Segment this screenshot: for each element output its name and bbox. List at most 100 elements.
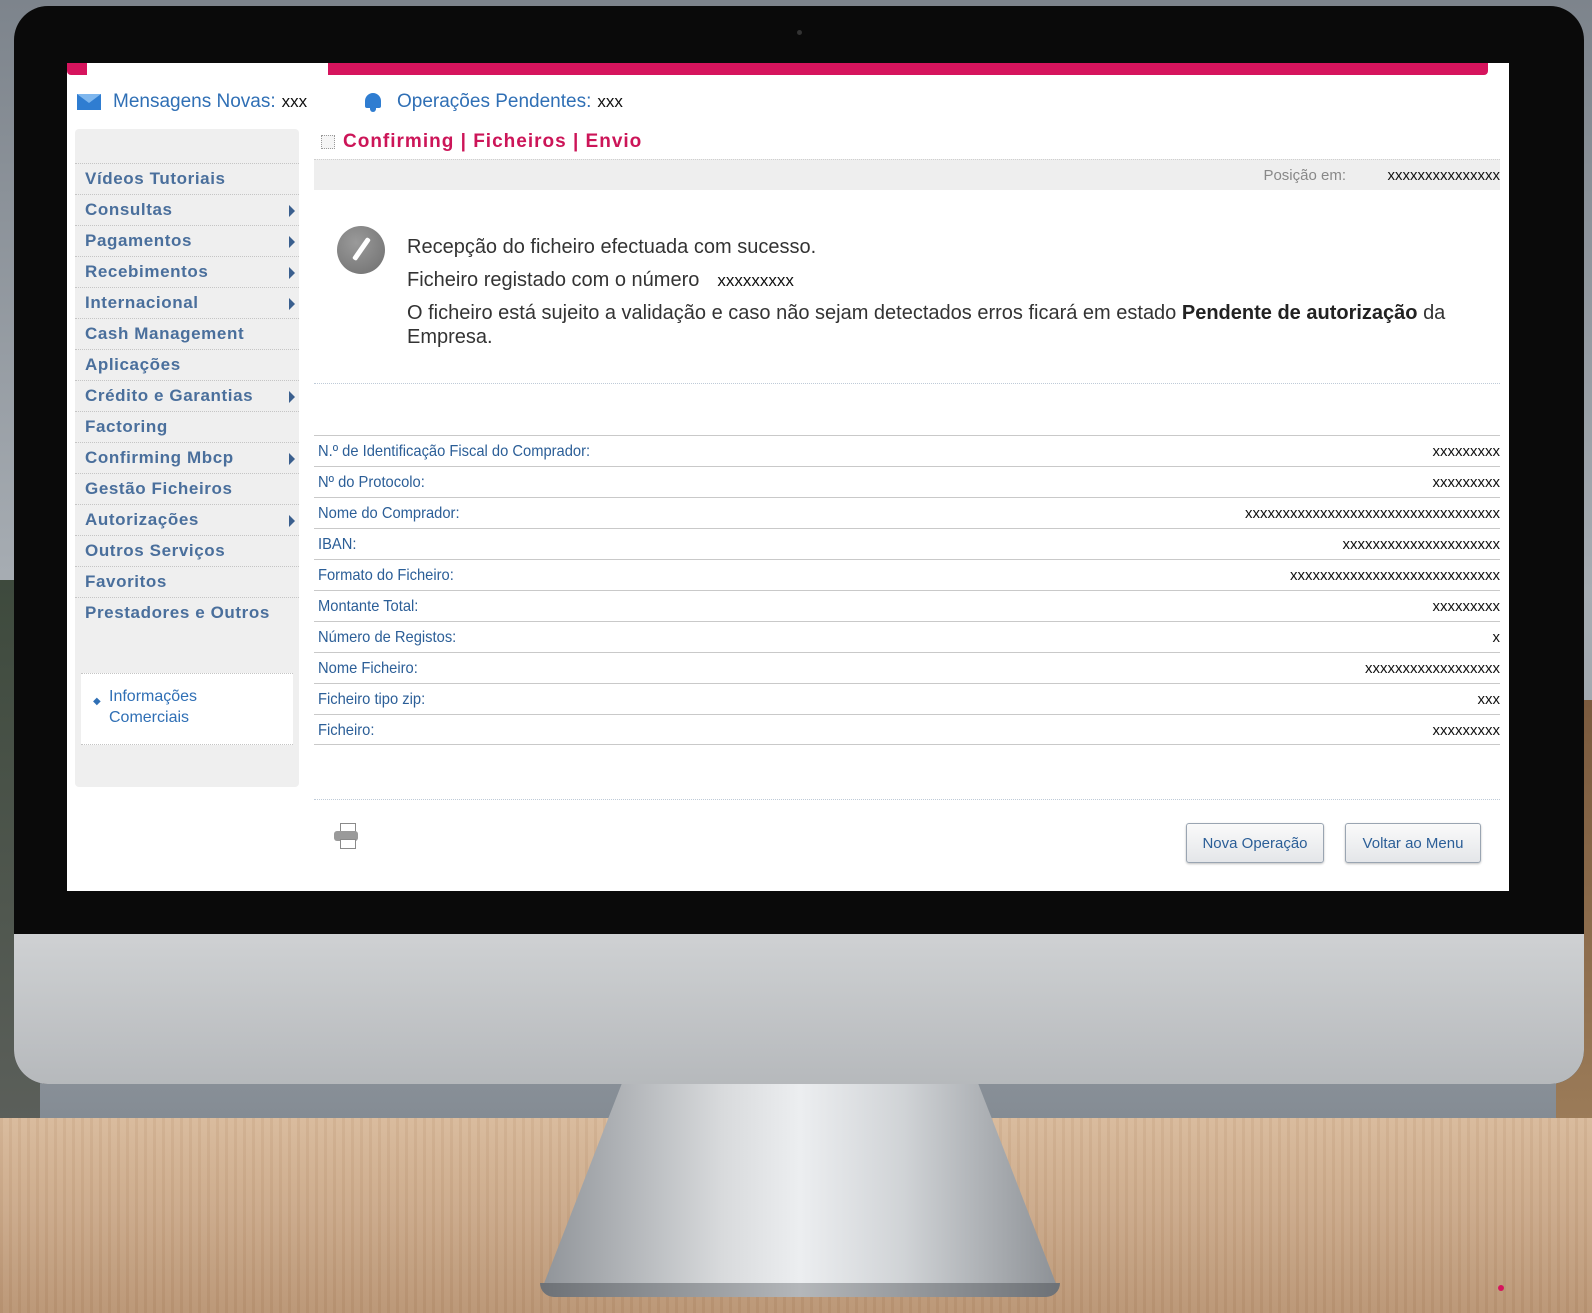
field-value: xxxxxxxxx — [1432, 722, 1501, 739]
messages-count: xxx — [281, 92, 308, 111]
sidebar-item[interactable]: Consultas — [75, 194, 299, 225]
position-bar: Posição em: xxxxxxxxxxxxxxx — [314, 159, 1500, 190]
bell-icon — [363, 92, 383, 112]
title-icon — [321, 135, 335, 149]
sidebar: Vídeos Tutoriais Consultas Pagamentos Receb… — [75, 129, 299, 787]
field-value: xxxxxxxxxxxxxxxxxx — [1365, 660, 1500, 677]
header-bar: Mensagens Novas: xxx Operações Pendentes… — [67, 75, 1509, 121]
info-box: ◆ Informações Comerciais — [81, 673, 293, 745]
chevron-right-icon — [289, 453, 295, 465]
printer-icon[interactable] — [334, 823, 360, 849]
details-table: N.º de Identificação Fiscal do Comprador… — [314, 435, 1500, 745]
field-label: IBAN: — [318, 536, 357, 553]
sidebar-item[interactable]: Gestão Ficheiros — [75, 473, 299, 504]
sidebar-item-label: Aplicações — [85, 355, 181, 374]
monitor-stand-foot — [540, 1283, 1060, 1297]
message-line-1: Recepção do ficheiro efectuada com suces… — [407, 236, 817, 258]
table-row: Montante Total: xxxxxxxxx — [314, 590, 1500, 621]
page-title: Confirming | Ficheiros | Envio — [321, 131, 642, 153]
bullet-icon: ◆ — [93, 696, 101, 707]
table-row: Nome Ficheiro: xxxxxxxxxxxxxxxxxx — [314, 652, 1500, 683]
pending-count: xxx — [597, 92, 623, 111]
monitor-chin — [14, 934, 1584, 1084]
field-value: xxxxxxxxxxxxxxxxxxxxxxxxxxxxxxxxxx — [1245, 505, 1500, 522]
sidebar-item-label: Recebimentos — [85, 262, 209, 281]
screen: Mensagens Novas: xxx Operações Pendentes… — [67, 63, 1509, 891]
field-value: xxxxxxxxx — [1432, 598, 1501, 615]
info-link-line2: Comerciais — [109, 709, 190, 726]
sidebar-item-label: Autorizações — [85, 510, 199, 529]
pending-link[interactable]: Operações Pendentes: xxx — [363, 91, 623, 113]
sidebar-item-label: Consultas — [85, 200, 173, 219]
table-row: Nome do Comprador: xxxxxxxxxxxxxxxxxxxxxx… — [314, 497, 1500, 528]
field-label: Número de Registos: — [318, 629, 457, 646]
top-accent-left — [67, 63, 87, 75]
sidebar-item[interactable]: Crédito e Garantias — [75, 380, 299, 411]
sidebar-item-label: Confirming Mbcp — [85, 448, 234, 467]
chevron-right-icon — [289, 391, 295, 403]
divider — [314, 383, 1500, 384]
back-to-menu-button[interactable]: Voltar ao Menu — [1345, 823, 1481, 863]
sidebar-item[interactable]: Prestadores e Outros — [75, 597, 299, 628]
pending-label: Operações Pendentes: — [397, 91, 592, 112]
sidebar-item[interactable]: Outros Serviços — [75, 535, 299, 566]
sidebar-item[interactable]: Autorizações — [75, 504, 299, 535]
info-link[interactable]: Informações Comerciais — [109, 686, 197, 728]
sidebar-item[interactable]: Pagamentos — [75, 225, 299, 256]
sidebar-item[interactable]: Aplicações — [75, 349, 299, 380]
field-label: Nº do Protocolo: — [318, 474, 425, 491]
sidebar-item[interactable]: Recebimentos — [75, 256, 299, 287]
monitor: Mensagens Novas: xxx Operações Pendentes… — [14, 6, 1584, 1084]
table-row: Número de Registos: x — [314, 621, 1500, 652]
field-label: Montante Total: — [318, 598, 419, 615]
sidebar-item[interactable]: Confirming Mbcp — [75, 442, 299, 473]
chevron-right-icon — [289, 236, 295, 248]
page-title-text: Confirming | Ficheiros | Envio — [343, 131, 643, 152]
position-label: Posição em: — [1263, 167, 1346, 184]
chevron-right-icon — [289, 298, 295, 310]
camera-dot — [797, 30, 802, 35]
field-value: xxxxxxxxx — [1432, 443, 1501, 460]
messages-label: Mensagens Novas: — [113, 91, 276, 112]
sidebar-item[interactable]: Internacional — [75, 287, 299, 318]
field-value: xxxxxxxxxxxxxxxxxxxxxxxxxxxx — [1290, 567, 1500, 584]
position-value: xxxxxxxxxxxxxxx — [1387, 167, 1501, 184]
table-row: Ficheiro: xxxxxxxxx — [314, 714, 1500, 745]
sidebar-item-label: Crédito e Garantias — [85, 386, 254, 405]
sidebar-item-label: Vídeos Tutoriais — [85, 169, 226, 188]
sidebar-item[interactable]: Vídeos Tutoriais — [75, 163, 299, 194]
brand-dot — [1498, 1285, 1504, 1291]
sidebar-item-label: Prestadores e Outros — [85, 603, 270, 622]
field-label: Ficheiro: — [318, 722, 375, 739]
chevron-right-icon — [289, 515, 295, 527]
table-row: N.º de Identificação Fiscal do Comprador… — [314, 435, 1500, 466]
field-value: xxx — [1477, 691, 1501, 708]
message-line-2: Ficheiro registado com o número xxxxxxxxx — [407, 268, 1467, 301]
sidebar-item-label: Internacional — [85, 293, 199, 312]
file-number: xxxxxxxxx — [717, 271, 794, 290]
messages-link[interactable]: Mensagens Novas: xxx — [77, 91, 307, 113]
table-row: Nº do Protocolo: xxxxxxxxx — [314, 466, 1500, 497]
monitor-stand — [540, 1080, 1060, 1294]
message-line-3-pre: O ficheiro está sujeito a validação e ca… — [407, 302, 1177, 324]
sidebar-item-label: Gestão Ficheiros — [85, 479, 233, 498]
sidebar-item[interactable]: Favoritos — [75, 566, 299, 597]
sidebar-item-label: Factoring — [85, 417, 168, 436]
new-operation-button[interactable]: Nova Operação — [1186, 823, 1324, 863]
sidebar-item[interactable]: Factoring — [75, 411, 299, 442]
top-accent-bar — [328, 63, 1488, 75]
field-value: xxxxxxxxxxxxxxxxxxxxx — [1342, 536, 1501, 553]
sidebar-item-label: Pagamentos — [85, 231, 193, 250]
field-value: xxxxxxxxx — [1432, 474, 1501, 491]
field-label: Formato do Ficheiro: — [318, 567, 454, 584]
info-link-line1: Informações — [109, 688, 198, 705]
sidebar-item[interactable]: Cash Management — [75, 318, 299, 349]
sidebar-item-label: Cash Management — [85, 324, 245, 343]
pencil-icon — [337, 226, 385, 274]
table-row: Ficheiro tipo zip: xxx — [314, 683, 1500, 714]
sidebar-item-label: Favoritos — [85, 572, 167, 591]
field-label: Nome do Comprador: — [318, 505, 460, 522]
message-line-2-text: Ficheiro registado com o número — [407, 269, 700, 291]
field-label: Nome Ficheiro: — [318, 660, 418, 677]
table-row: IBAN: xxxxxxxxxxxxxxxxxxxxx — [314, 528, 1500, 559]
